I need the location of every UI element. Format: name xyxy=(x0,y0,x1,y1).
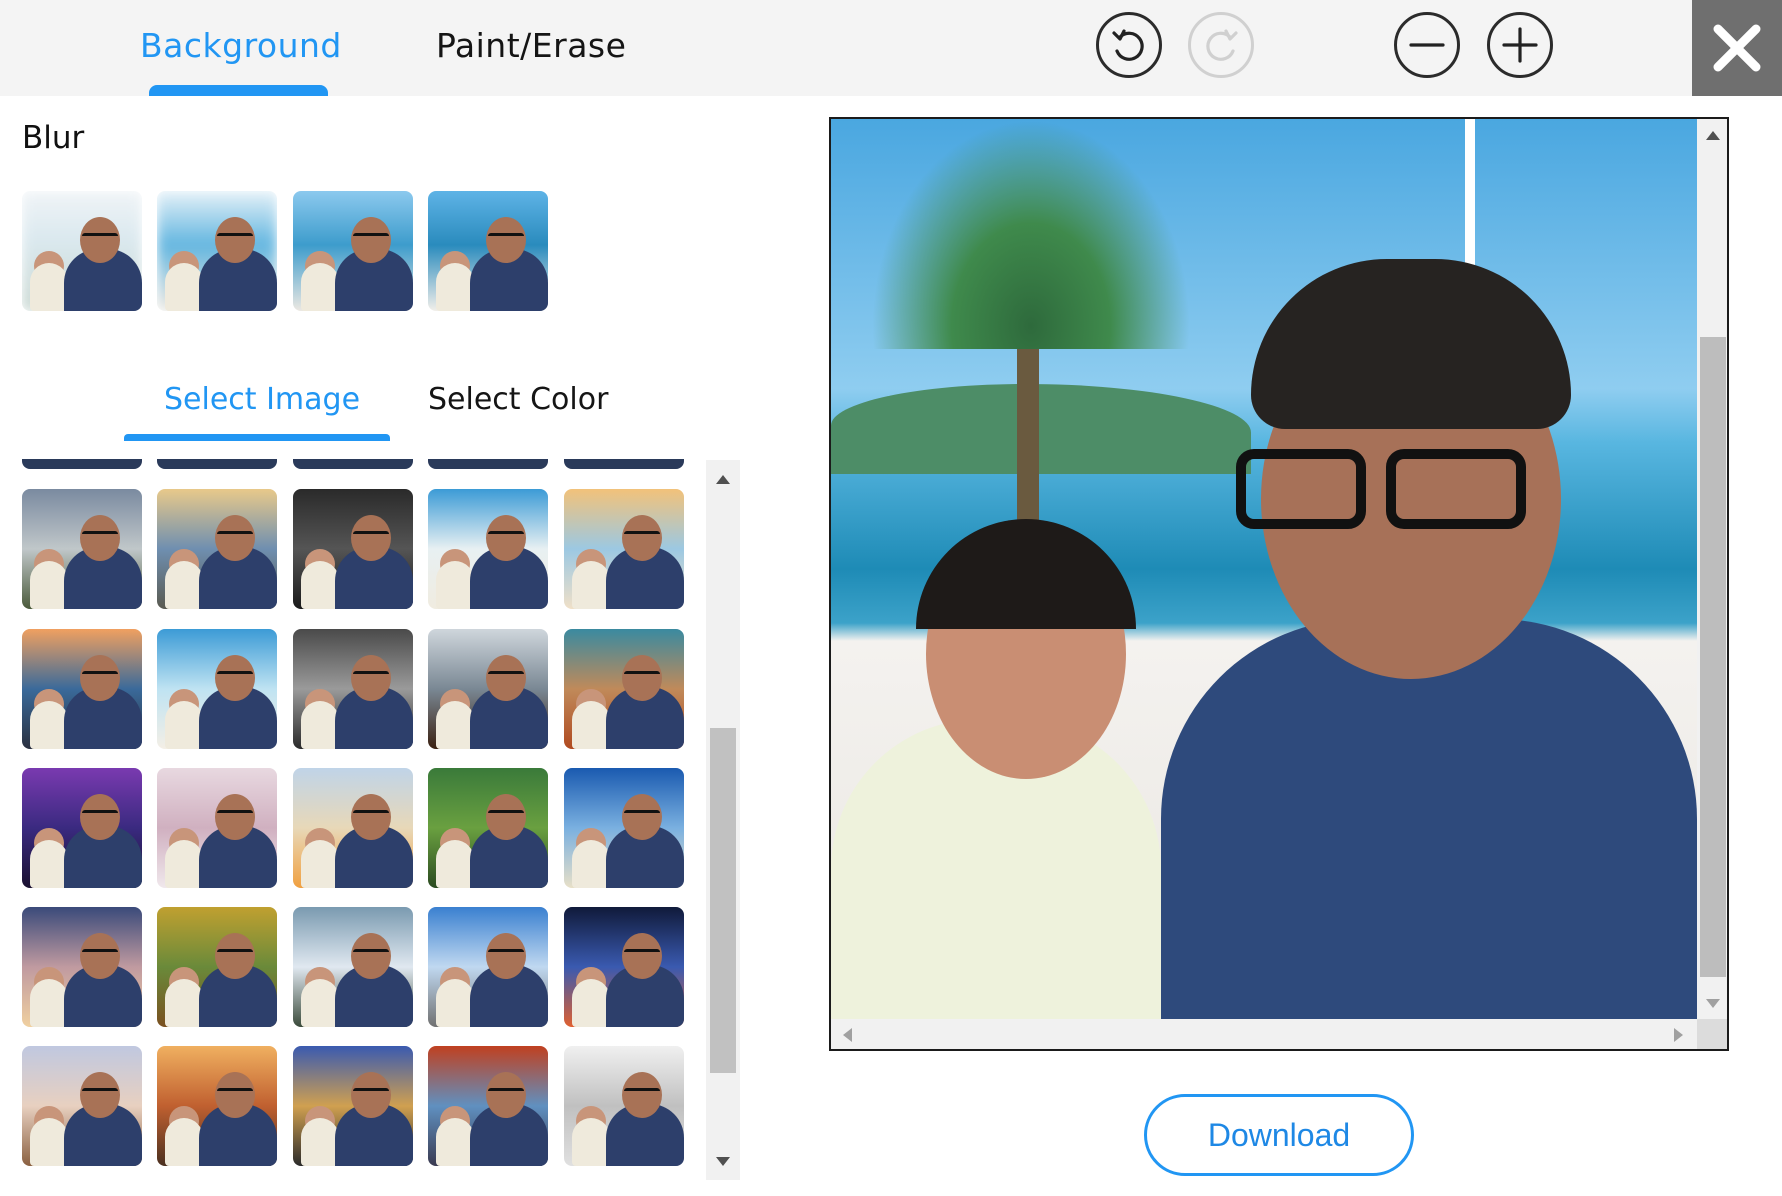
background-thumbnail[interactable] xyxy=(428,768,548,888)
close-icon xyxy=(1713,24,1761,72)
background-thumbnail[interactable] xyxy=(293,907,413,1027)
palm-leaves xyxy=(871,119,1191,349)
background-thumbnail[interactable] xyxy=(428,907,548,1027)
grid-scrollbar[interactable] xyxy=(706,460,740,1180)
blur-label: Blur xyxy=(22,120,85,156)
minus-icon xyxy=(1409,43,1445,47)
preview-scroll-right-icon[interactable] xyxy=(1674,1028,1683,1042)
background-thumbnail[interactable] xyxy=(157,629,277,749)
undo-icon xyxy=(1112,29,1144,61)
preview-vertical-scrollbar[interactable] xyxy=(1697,119,1727,1019)
man-hair xyxy=(1251,259,1571,429)
background-thumbnail[interactable] xyxy=(293,459,413,469)
preview-scroll-left-icon[interactable] xyxy=(843,1028,852,1042)
background-thumbnail[interactable] xyxy=(22,907,142,1027)
glasses-right xyxy=(1386,449,1526,529)
background-thumbnail[interactable] xyxy=(157,489,277,609)
background-thumbnail[interactable] xyxy=(22,768,142,888)
tab-select-image[interactable]: Select Image xyxy=(164,382,360,417)
background-thumbnail[interactable] xyxy=(293,1046,413,1166)
background-thumbnail[interactable] xyxy=(564,629,684,749)
background-thumbnail[interactable] xyxy=(22,459,142,469)
background-thumbnail[interactable] xyxy=(564,907,684,1027)
background-thumbnail[interactable] xyxy=(564,459,684,469)
redo-button[interactable] xyxy=(1188,12,1254,78)
scrollbar-corner xyxy=(1697,1019,1727,1049)
tab-select-color[interactable]: Select Color xyxy=(428,382,608,417)
zoom-in-button[interactable] xyxy=(1487,12,1553,78)
preview-scroll-up-icon[interactable] xyxy=(1706,131,1720,140)
background-thumbnail[interactable] xyxy=(293,629,413,749)
plus-icon xyxy=(1502,27,1538,63)
undo-button[interactable] xyxy=(1096,12,1162,78)
preview-scroll-down-icon[interactable] xyxy=(1706,999,1720,1008)
background-thumbnail[interactable] xyxy=(157,1046,277,1166)
preview-image[interactable] xyxy=(831,119,1697,1019)
blur-option-4[interactable] xyxy=(428,191,548,311)
background-thumbnail[interactable] xyxy=(22,1046,142,1166)
blur-option-1[interactable] xyxy=(22,191,142,311)
blur-option-3[interactable] xyxy=(293,191,413,311)
background-thumbnail[interactable] xyxy=(293,489,413,609)
background-thumbnail[interactable] xyxy=(22,489,142,609)
grid-scrollbar-thumb[interactable] xyxy=(710,728,736,1073)
active-subtab-indicator xyxy=(124,434,390,441)
active-tab-indicator xyxy=(149,85,328,96)
tab-paint-erase[interactable]: Paint/Erase xyxy=(436,26,626,65)
hill xyxy=(831,384,1251,474)
flag-pole xyxy=(1465,119,1475,279)
background-thumbnail[interactable] xyxy=(293,768,413,888)
background-thumbnail[interactable] xyxy=(428,629,548,749)
background-image-grid xyxy=(0,459,700,1179)
glasses-left xyxy=(1236,449,1366,529)
background-thumbnail[interactable] xyxy=(157,459,277,469)
background-thumbnail[interactable] xyxy=(428,489,548,609)
background-thumbnail[interactable] xyxy=(157,907,277,1027)
zoom-out-button[interactable] xyxy=(1394,12,1460,78)
blur-option-2[interactable] xyxy=(157,191,277,311)
background-thumbnail[interactable] xyxy=(22,629,142,749)
preview-canvas xyxy=(829,117,1729,1051)
top-bar: Background Paint/Erase xyxy=(0,0,1782,96)
close-button[interactable] xyxy=(1692,0,1782,96)
background-thumbnail[interactable] xyxy=(428,459,548,469)
background-thumbnail[interactable] xyxy=(564,1046,684,1166)
woman-hair xyxy=(916,519,1136,629)
scroll-up-arrow-icon[interactable] xyxy=(716,475,730,484)
background-thumbnail[interactable] xyxy=(428,1046,548,1166)
background-thumbnail[interactable] xyxy=(564,489,684,609)
background-thumbnail[interactable] xyxy=(157,768,277,888)
scroll-down-arrow-icon[interactable] xyxy=(716,1157,730,1166)
background-thumbnail[interactable] xyxy=(564,768,684,888)
preview-horizontal-scrollbar[interactable] xyxy=(831,1019,1697,1049)
download-button[interactable]: Download xyxy=(1144,1094,1414,1176)
preview-vertical-scrollbar-thumb[interactable] xyxy=(1700,337,1726,977)
tab-background[interactable]: Background xyxy=(140,26,342,65)
redo-icon xyxy=(1206,29,1238,61)
man-jacket xyxy=(1161,619,1697,1019)
